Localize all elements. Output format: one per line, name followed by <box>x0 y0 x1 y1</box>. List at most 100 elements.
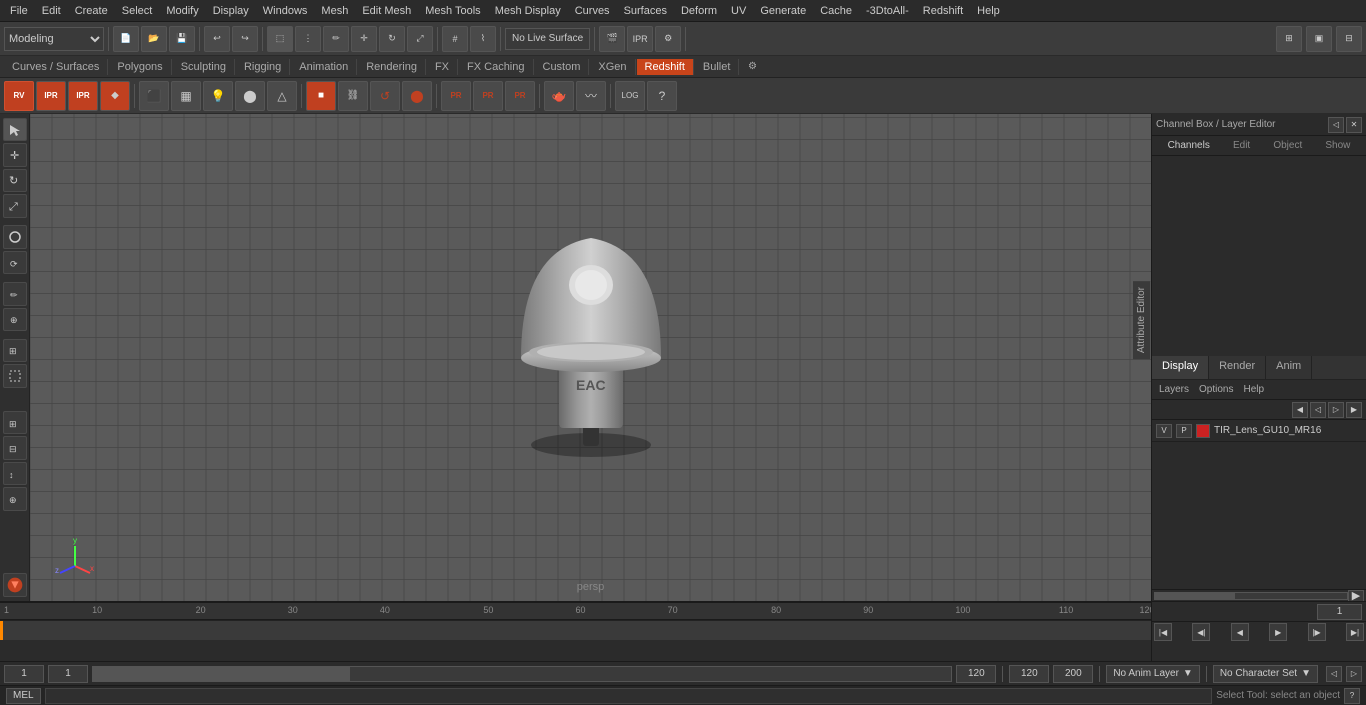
menu-display[interactable]: Display <box>207 3 255 19</box>
layer-scrollbar[interactable]: ▶ <box>1152 589 1366 601</box>
playback-start-input[interactable] <box>48 665 88 683</box>
scale-tool-button[interactable]: ⤢ <box>407 26 433 52</box>
menu-cache[interactable]: Cache <box>814 3 858 19</box>
mode-dropdown[interactable]: Modeling <box>4 27 104 51</box>
layer-prev2-button[interactable]: ◁ <box>1310 402 1326 418</box>
shelf-tab-animation[interactable]: Animation <box>291 59 357 75</box>
menu-surfaces[interactable]: Surfaces <box>618 3 673 19</box>
char-set-button-2[interactable]: ▷ <box>1346 666 1362 682</box>
max-frame-input[interactable] <box>1053 665 1093 683</box>
shelf-tab-rigging[interactable]: Rigging <box>236 59 290 75</box>
menu-mesh[interactable]: Mesh <box>315 3 354 19</box>
hide-sidebar-button[interactable]: ⊞ <box>1276 26 1302 52</box>
shelf-tab-redshift[interactable]: Redshift <box>637 59 694 75</box>
char-set-button-1[interactable]: ◁ <box>1326 666 1342 682</box>
attribute-editor-tab[interactable]: Attribute Editor <box>1133 281 1151 359</box>
menu-mesh-tools[interactable]: Mesh Tools <box>419 3 486 19</box>
timeline-ruler[interactable]: 1 10 20 30 40 50 60 70 80 90 100 110 120 <box>0 602 1151 620</box>
layout-button[interactable]: ▣ <box>1306 26 1332 52</box>
rotate-tool[interactable]: ↻ <box>3 169 27 192</box>
play-forward-button[interactable]: ▶ <box>1269 623 1287 641</box>
select-box[interactable] <box>3 364 27 387</box>
move-tool[interactable]: ✛ <box>3 143 27 166</box>
rs-icon-rv[interactable]: RV <box>4 81 34 111</box>
snap-curve-button[interactable]: ⌇ <box>470 26 496 52</box>
rotate-tool-button[interactable]: ↻ <box>379 26 405 52</box>
preferences-button[interactable]: ⊟ <box>1336 26 1362 52</box>
dr-tab-render[interactable]: Render <box>1209 356 1266 379</box>
rs-icon-sphere[interactable]: ⬤ <box>235 81 265 111</box>
shelf-tab-fx[interactable]: FX <box>427 59 458 75</box>
shelf-tab-rendering[interactable]: Rendering <box>358 59 426 75</box>
menu-select[interactable]: Select <box>116 3 159 19</box>
open-scene-button[interactable]: 📂 <box>141 26 167 52</box>
rs-icon-2[interactable]: IPR <box>36 81 66 111</box>
playback-end-input[interactable] <box>956 665 996 683</box>
xray-tool[interactable] <box>3 573 27 597</box>
range-end-input[interactable] <box>1009 665 1049 683</box>
scroll-right-button[interactable]: ▶ <box>1348 590 1364 602</box>
shelf-tab-bullet[interactable]: Bullet <box>695 59 740 75</box>
layers-options-item[interactable]: Options <box>1196 384 1236 395</box>
command-input[interactable] <box>45 688 1213 704</box>
rs-icon-help[interactable]: ? <box>647 81 677 111</box>
paint-select-button[interactable]: ✏ <box>323 26 349 52</box>
select-tool[interactable] <box>3 118 27 141</box>
layer-next-button[interactable]: ▷ <box>1328 402 1344 418</box>
menu-3dtoall[interactable]: -3DtoAll- <box>860 3 915 19</box>
range-start-input[interactable] <box>4 665 44 683</box>
step-forward-button[interactable]: |▶ <box>1308 623 1326 641</box>
timeline-scrubber[interactable] <box>0 620 1151 640</box>
status-help-button[interactable]: ? <box>1344 688 1360 704</box>
shelf-tab-fx-caching[interactable]: FX Caching <box>459 59 533 75</box>
rs-icon-material[interactable]: ◆ <box>100 81 130 111</box>
save-scene-button[interactable]: 💾 <box>169 26 195 52</box>
transform-tool[interactable]: ⟳ <box>3 251 27 274</box>
rs-icon-chain[interactable]: ⛓ <box>338 81 368 111</box>
menu-modify[interactable]: Modify <box>160 3 204 19</box>
grid-tools[interactable]: ⊟ <box>3 436 27 459</box>
rs-icon-box[interactable]: ⬛ <box>139 81 169 111</box>
rs-icon-tea[interactable]: 🫖 <box>544 81 574 111</box>
menu-mesh-display[interactable]: Mesh Display <box>489 3 567 19</box>
render-settings-button[interactable]: ⚙ <box>655 26 681 52</box>
menu-generate[interactable]: Generate <box>754 3 812 19</box>
shelf-tab-xgen[interactable]: XGen <box>590 59 635 75</box>
snap-grid-button[interactable]: # <box>442 26 468 52</box>
scrollbar-track[interactable] <box>1154 592 1348 600</box>
menu-edit[interactable]: Edit <box>36 3 67 19</box>
menu-redshift[interactable]: Redshift <box>917 3 969 19</box>
move-tool-button[interactable]: ✛ <box>351 26 377 52</box>
new-scene-button[interactable]: 📄 <box>113 26 139 52</box>
rs-icon-red-cube[interactable]: ■ <box>306 81 336 111</box>
layers-help-item[interactable]: Help <box>1240 384 1267 395</box>
rs-icon-pr3[interactable]: PR <box>505 81 535 111</box>
menu-help[interactable]: Help <box>971 3 1006 19</box>
dr-tab-anim[interactable]: Anim <box>1266 356 1312 379</box>
ch-tab-object[interactable]: Object <box>1269 140 1306 151</box>
dr-tab-display[interactable]: Display <box>1152 356 1209 379</box>
menu-uv[interactable]: UV <box>725 3 752 19</box>
expand-arrows[interactable]: ⊞ <box>3 339 27 362</box>
layer-v-button[interactable]: V <box>1156 424 1172 438</box>
cb-close-button[interactable]: ✕ <box>1346 117 1362 133</box>
shelf-tab-custom[interactable]: Custom <box>535 59 590 75</box>
timeline-slider-track[interactable] <box>92 666 952 682</box>
undo-button[interactable]: ↩ <box>204 26 230 52</box>
camera-tools-group[interactable]: ⊞ <box>3 411 27 434</box>
measure-tool[interactable]: ↕ <box>3 462 27 485</box>
no-live-surface-button[interactable]: No Live Surface <box>505 28 590 50</box>
rs-icon-render-log[interactable]: LOG <box>615 81 645 111</box>
ch-tab-channels[interactable]: Channels <box>1164 140 1214 151</box>
goto-end-button[interactable]: ▶| <box>1346 623 1364 641</box>
rs-icon-cone[interactable]: △ <box>267 81 297 111</box>
menu-windows[interactable]: Windows <box>257 3 314 19</box>
menu-curves[interactable]: Curves <box>569 3 616 19</box>
rs-icon-pr2[interactable]: PR <box>473 81 503 111</box>
viewport-3d[interactable]: EAC <box>30 114 1151 601</box>
rs-icon-frame[interactable]: ▦ <box>171 81 201 111</box>
redo-button[interactable]: ↪ <box>232 26 258 52</box>
menu-edit-mesh[interactable]: Edit Mesh <box>356 3 417 19</box>
step-back-button[interactable]: ◀| <box>1192 623 1210 641</box>
scale-tool[interactable]: ⤢ <box>3 194 27 217</box>
